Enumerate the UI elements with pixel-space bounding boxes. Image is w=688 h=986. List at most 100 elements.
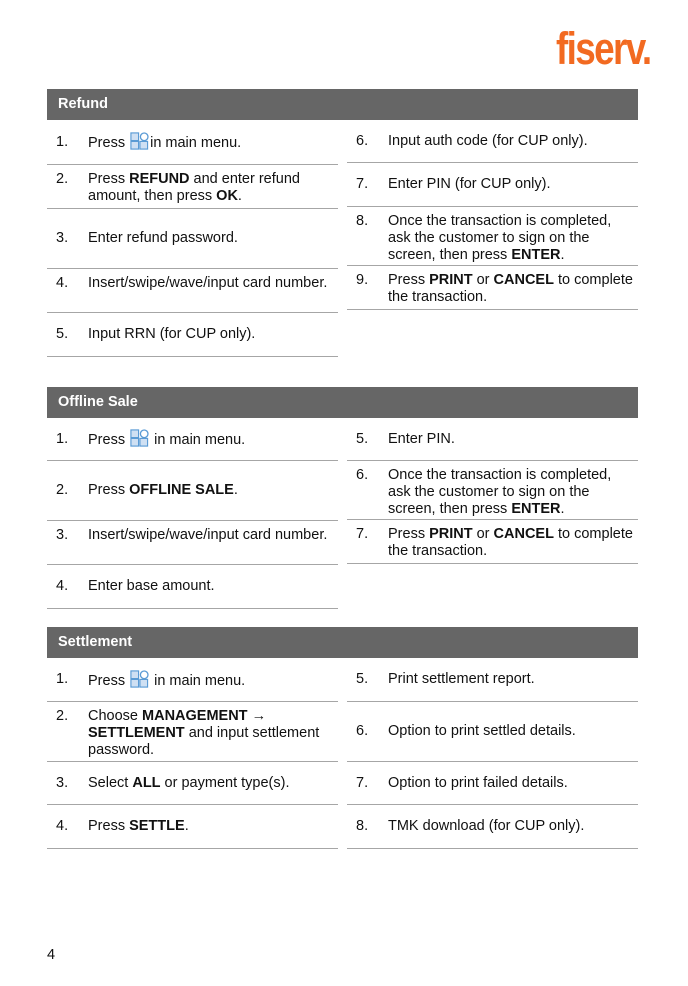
step-text-fragment: . (184, 818, 189, 834)
step-text: Insert/swipe/wave/input card number. (88, 527, 338, 544)
step-number: 7. (356, 526, 369, 542)
step-item: 7. Option to print failed details. (347, 762, 638, 805)
main-menu-icon (130, 132, 149, 150)
step-text-fragment: Enter PIN. (388, 430, 455, 447)
step-text-fragment: Press (88, 135, 130, 151)
offline-sale-section: Offline Sale 1. Press in main menu. 2. Pres… (47, 387, 638, 609)
step-text: Enter base amount. (88, 578, 338, 595)
step-text-fragment: Press (88, 171, 130, 187)
step-item: 8. Once the transaction is completed, ask… (347, 207, 638, 266)
step-number: 8. (356, 818, 369, 834)
step-text: Input RRN (for CUP only). (88, 326, 338, 343)
step-text: Option to print settled details. (388, 723, 638, 740)
section-header-settlement: Settlement (47, 627, 638, 658)
step-text-fragment: Press (88, 818, 130, 834)
step-text-fragment: . (237, 188, 242, 204)
keyword: CANCEL (493, 526, 554, 542)
settlement-section: Settlement 1. Press in main menu. 2. Choose… (47, 627, 638, 849)
fiserv-logo: fiserv. (556, 23, 652, 74)
refund-section: Refund 1. Press in main menu. 2. Press REFU… (47, 89, 638, 357)
step-number: 8. (356, 213, 369, 229)
step-text-fragment: Press (388, 272, 430, 288)
step-number: 9. (356, 272, 369, 288)
step-item: 5. Input RRN (for CUP only). (47, 313, 338, 357)
step-item: 4. Enter base amount. (47, 565, 338, 609)
step-item: 9. Press PRINT or CANCEL to complete the … (347, 266, 638, 310)
keyword: CANCEL (493, 272, 554, 288)
step-text: Press OFFLINE SALE. (88, 482, 338, 499)
step-number: 2. (56, 708, 69, 724)
step-number: 3. (56, 527, 69, 543)
step-text-fragment: Press (388, 526, 430, 542)
step-text-fragment: . (560, 501, 565, 517)
step-item: 3. Select ALL or payment type(s). (47, 762, 338, 805)
step-text-fragment: or (472, 272, 494, 288)
step-item: 3. Enter refund password. (47, 209, 338, 269)
step-item: 2. Press REFUND and enter refund amount, … (47, 165, 338, 209)
step-text-fragment: Press (88, 432, 130, 448)
step-number: 6. (356, 467, 369, 483)
step-text: Insert/swipe/wave/input card number. (88, 275, 338, 292)
step-item: 4. Press SETTLE. (47, 805, 338, 849)
step-text-fragment: Once the transaction is completed, ask t… (388, 467, 612, 517)
section-header-offline-sale: Offline Sale (47, 387, 638, 418)
keyword: ALL (132, 774, 161, 791)
step-number: 7. (356, 774, 369, 791)
step-text-fragment: Insert/swipe/wave/input card number. (88, 275, 328, 291)
step-text-fragment: Press (88, 672, 130, 689)
step-text-fragment: in main menu. (150, 672, 246, 689)
step-text-fragment: in main menu. (150, 432, 246, 448)
step-item: 3. Insert/swipe/wave/input card number. (47, 521, 338, 565)
step-text-fragment: in main menu. (150, 135, 242, 151)
step-text: Press PRINT or CANCEL to complete the tr… (388, 272, 638, 306)
step-text: Input auth code (for CUP only). (388, 133, 638, 150)
main-menu-icon (130, 669, 149, 688)
keyword: REFUND (129, 171, 190, 187)
step-text-fragment: Option to print settled details. (388, 723, 576, 739)
step-number: 1. (56, 671, 69, 687)
step-text: Select ALL or payment type(s). (88, 775, 338, 792)
keyword: OK (216, 188, 238, 204)
step-item: 6. Once the transaction is completed, ask… (347, 461, 638, 520)
step-number: 1. (56, 430, 69, 447)
step-number: 4. (56, 818, 69, 834)
step-text-fragment: . (560, 247, 565, 263)
step-item: 2. Choose MANAGEMENT → SETTLEMENT and inp… (47, 702, 338, 762)
step-text-fragment: Select (88, 774, 133, 791)
step-text: Press REFUND and enter refund amount, th… (88, 171, 338, 205)
step-text-fragment: Input auth code (for CUP only). (388, 132, 588, 149)
step-text-fragment: → (247, 708, 267, 724)
step-text: Press PRINT or CANCEL to complete the tr… (388, 526, 638, 560)
step-number: 3. (56, 774, 69, 791)
step-text: Enter PIN. (388, 431, 638, 448)
step-text: Print settlement report. (388, 671, 638, 688)
step-text: Press in main menu. (88, 429, 338, 449)
step-text-fragment: Enter refund password. (88, 230, 238, 246)
step-text: TMK download (for CUP only). (388, 818, 638, 835)
step-number: 5. (356, 430, 369, 447)
step-item: 7. Press PRINT or CANCEL to complete the … (347, 520, 638, 564)
main-menu-icon (130, 429, 149, 447)
step-item: 7. Enter PIN (for CUP only). (347, 163, 638, 207)
step-text-fragment: Enter base amount. (88, 578, 215, 594)
step-text: Press in main menu. (88, 132, 338, 152)
step-text-fragment: . (233, 482, 238, 498)
step-text: Once the transaction is completed, ask t… (388, 467, 638, 518)
step-text: Enter refund password. (88, 230, 338, 247)
step-text-fragment: Enter PIN (for CUP only). (388, 176, 551, 192)
step-number: 6. (356, 132, 369, 149)
step-text-fragment: Choose (88, 708, 143, 724)
step-text: Choose MANAGEMENT → SETTLEMENT and input… (88, 708, 338, 759)
step-number: 2. (56, 482, 69, 498)
step-number: 5. (56, 326, 69, 342)
keyword: SETTLE (129, 818, 185, 834)
step-number: 3. (56, 230, 69, 246)
keyword: ENTER (511, 501, 561, 517)
step-item: 4. Insert/swipe/wave/input card number. (47, 269, 338, 313)
step-text-fragment: Print settlement report. (388, 671, 535, 687)
step-number: 4. (56, 275, 69, 291)
step-text: Option to print failed details. (388, 775, 638, 792)
section-header-refund: Refund (47, 89, 638, 120)
step-item: 6. Input auth code (for CUP only). (347, 120, 638, 163)
step-item: 5. Print settlement report. (347, 658, 638, 702)
